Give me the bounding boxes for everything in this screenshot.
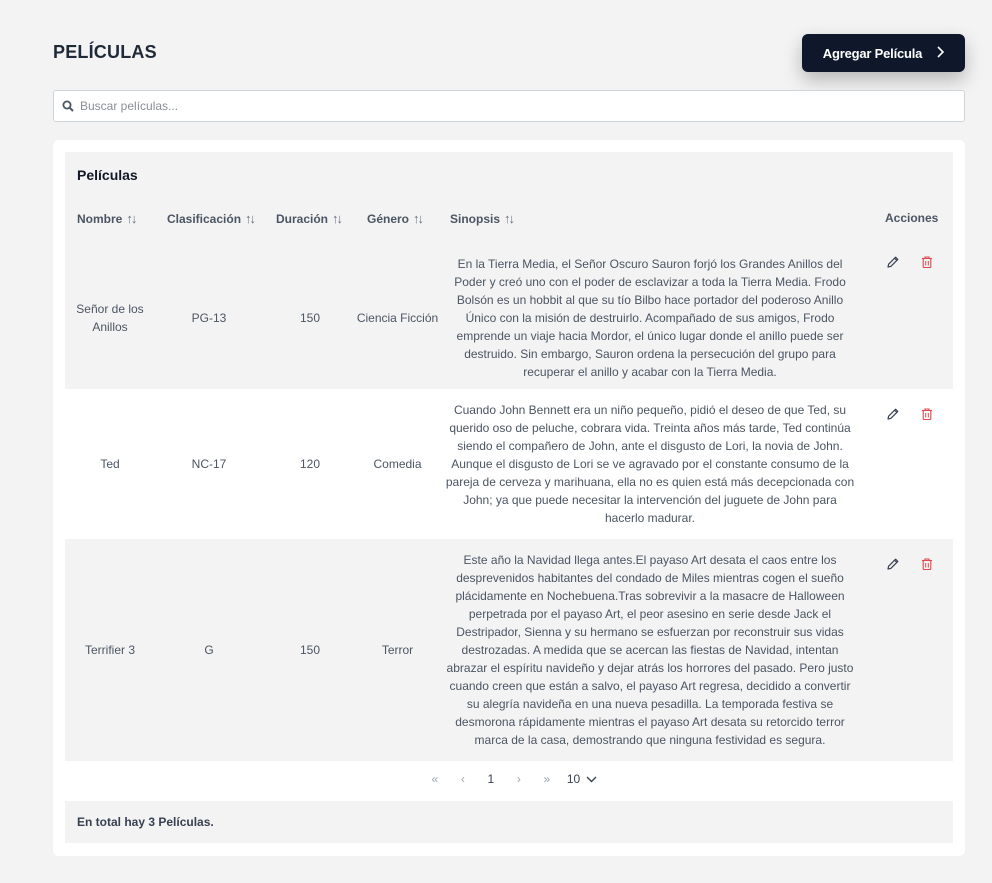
cell-duration: 120 — [299, 457, 321, 471]
cell-genre: Ciencia Ficción — [356, 310, 439, 325]
cell-genre: Comedia — [373, 457, 422, 471]
cell-synopsis: En la Tierra Media, el Señor Oscuro Saur… — [454, 256, 846, 379]
row-actions — [885, 556, 935, 572]
column-header-synopsis[interactable]: Sinopsis ↑↓ — [450, 211, 515, 226]
cell-name: Señor de los Anillos — [76, 301, 144, 334]
table-row: Señor de los Anillos PG-13 150 Ciencia F… — [65, 246, 953, 389]
sort-icon[interactable]: ↑↓ — [126, 211, 137, 226]
pagination: « ‹ 1 › » 10 — [53, 772, 965, 786]
trash-icon[interactable] — [919, 254, 935, 270]
pencil-icon[interactable] — [885, 254, 901, 270]
column-header-genre[interactable]: Género ↑↓ — [367, 211, 424, 226]
cell-duration: 150 — [299, 310, 321, 325]
column-header-classification[interactable]: Clasificación ↑↓ — [167, 211, 256, 226]
trash-icon[interactable] — [919, 556, 935, 572]
rows-per-page-select[interactable]: 10 — [567, 772, 597, 786]
row-actions — [885, 254, 935, 270]
last-page-button[interactable]: » — [533, 772, 561, 786]
sort-icon[interactable]: ↑↓ — [245, 211, 256, 226]
chevron-right-icon — [936, 45, 945, 61]
column-header-duration[interactable]: Duración ↑↓ — [276, 211, 343, 226]
rows-per-page-value: 10 — [566, 772, 581, 786]
chevron-down-icon — [586, 772, 597, 786]
column-label: Nombre — [77, 211, 123, 226]
trash-icon[interactable] — [919, 406, 935, 422]
table-footer: En total hay 3 Películas. — [65, 801, 953, 843]
cell-duration: 150 — [299, 643, 321, 657]
first-page-button[interactable]: « — [421, 772, 449, 786]
table-header: Películas Nombre ↑↓ Clasificación ↑↓ Dur… — [65, 152, 953, 246]
cell-name: Ted — [100, 457, 120, 471]
column-label: Género — [367, 211, 410, 226]
add-movie-button[interactable]: Agregar Película — [802, 34, 965, 72]
page-title: PELÍCULAS — [53, 42, 157, 62]
movies-card: Películas Nombre ↑↓ Clasificación ↑↓ Dur… — [53, 140, 965, 856]
add-movie-button-label: Agregar Película — [822, 45, 923, 61]
pencil-icon[interactable] — [885, 556, 901, 572]
total-summary: En total hay 3 Películas. — [77, 815, 214, 829]
table-row: Terrifier 3 G 150 Terror Este año la Nav… — [65, 539, 953, 761]
table-row: Ted NC-17 120 Comedia Cuando John Bennet… — [65, 389, 953, 539]
column-header-actions: Acciones — [885, 211, 938, 225]
search-input[interactable] — [80, 99, 964, 113]
cell-name: Terrifier 3 — [84, 643, 135, 657]
search-box[interactable] — [53, 90, 965, 122]
column-header-name[interactable]: Nombre ↑↓ — [77, 211, 137, 226]
next-page-button[interactable]: › — [505, 772, 533, 786]
pencil-icon[interactable] — [885, 406, 901, 422]
cell-classification: NC-17 — [191, 457, 227, 471]
cell-classification: PG-13 — [191, 310, 227, 325]
column-label: Sinopsis — [450, 211, 501, 226]
prev-page-button[interactable]: ‹ — [449, 772, 477, 786]
column-label: Duración — [276, 211, 329, 226]
table-title: Películas — [77, 167, 138, 183]
cell-synopsis: Este año la Navidad llega antes.El payas… — [446, 553, 854, 747]
cell-genre: Terror — [381, 643, 414, 657]
sort-icon[interactable]: ↑↓ — [504, 211, 515, 226]
sort-icon[interactable]: ↑↓ — [332, 211, 343, 226]
cell-synopsis: Cuando John Bennett era un niño pequeño,… — [445, 403, 855, 525]
column-label: Acciones — [885, 211, 939, 225]
cell-classification: G — [204, 643, 214, 657]
column-label: Clasificación — [167, 211, 242, 226]
page-number-button[interactable]: 1 — [477, 772, 505, 786]
search-icon — [62, 100, 74, 112]
sort-icon[interactable]: ↑↓ — [413, 211, 424, 226]
row-actions — [885, 406, 935, 422]
